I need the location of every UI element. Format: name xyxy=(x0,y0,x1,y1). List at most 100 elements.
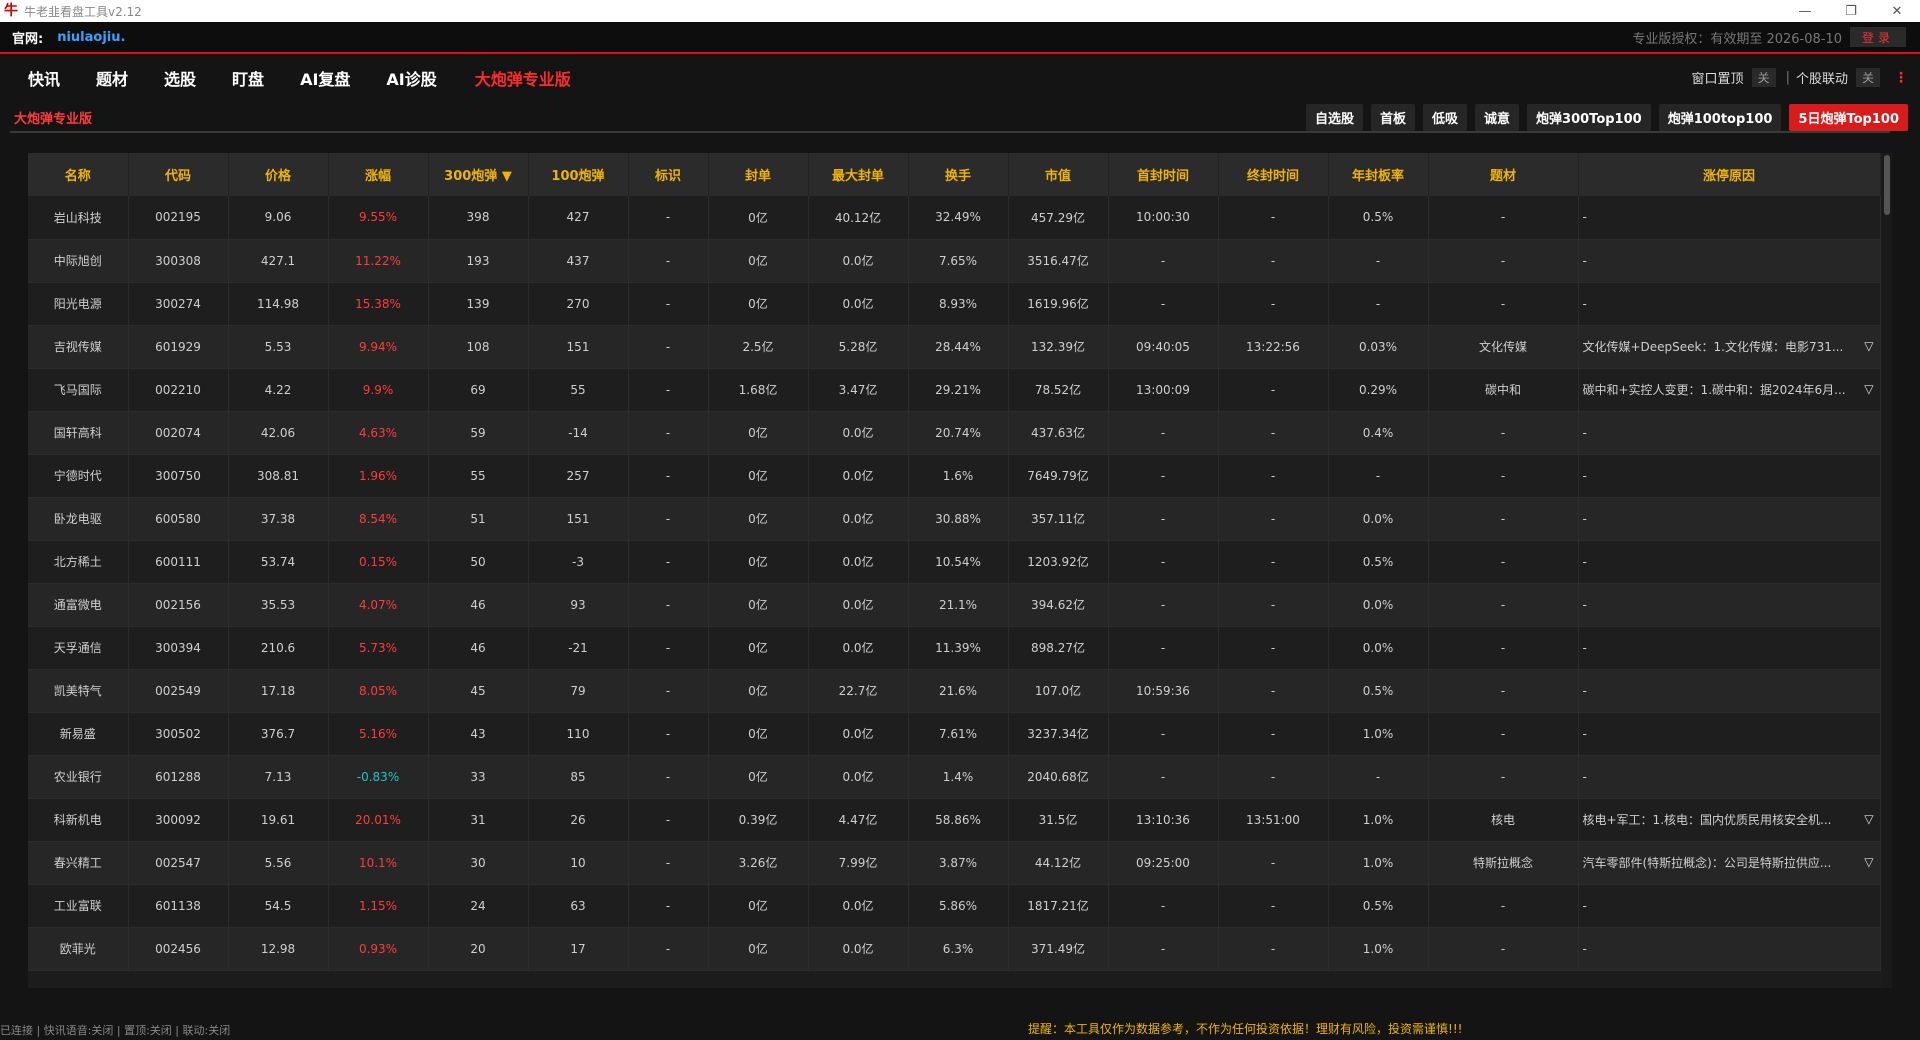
column-header[interactable]: 封单 xyxy=(708,153,809,196)
table-row[interactable]: 欧菲光 002456 12.98 0.93% 20 17-0亿 0.0亿 6.3% 371.49… xyxy=(28,927,1881,971)
tab-1[interactable]: 首板 xyxy=(1371,104,1416,131)
window-top-toggle[interactable]: 关 xyxy=(1751,68,1776,87)
nav-item-stock-picker[interactable]: 选股 xyxy=(164,66,196,90)
table-cell: 3.26亿 xyxy=(708,841,809,885)
table-cell: 85 xyxy=(528,755,629,799)
tab-0[interactable]: 自选股 xyxy=(1305,104,1363,131)
column-header[interactable]: 市值 xyxy=(1008,153,1109,196)
nav-item-pro[interactable]: 大炮弹专业版 xyxy=(475,66,571,90)
table-cell: 卧龙电驱 xyxy=(28,497,129,541)
table-row[interactable]: 新易盛 300502 376.7 5.16% 43 110-0亿 0.0亿 7.61% 3237… xyxy=(28,712,1881,756)
table-row[interactable]: 中际旭创 300308 427.1 11.22% 193 437-0亿 0.0亿 7.65% 3… xyxy=(28,239,1881,283)
column-header[interactable]: 涨停原因 xyxy=(1578,153,1881,196)
nav-item-news[interactable]: 快讯 xyxy=(28,66,60,90)
column-header[interactable]: 名称 xyxy=(28,153,129,196)
table-row[interactable]: 通富微电 002156 35.53 4.07% 46 93-0亿 0.0亿 21.1% 394.… xyxy=(28,583,1881,627)
table-cell: - xyxy=(1108,755,1219,799)
expand-icon[interactable]: ▽ xyxy=(1864,812,1873,826)
table-cell: - xyxy=(628,927,709,971)
column-header[interactable]: 最大封单 xyxy=(808,153,909,196)
nav-item-ai-review[interactable]: AI复盘 xyxy=(300,66,350,90)
table-cell: 21.1% xyxy=(908,583,1009,627)
column-header[interactable]: 涨幅 xyxy=(328,153,429,196)
limit-reason-cell: - xyxy=(1578,626,1881,670)
table-cell: - xyxy=(1328,239,1429,283)
table-row[interactable]: 春兴精工 002547 5.56 10.1% 30 10-3.26亿 7.99亿 3.87% 4… xyxy=(28,841,1881,885)
table-cell: - xyxy=(1328,282,1429,326)
tab-2[interactable]: 低吸 xyxy=(1423,104,1468,131)
table-cell: - xyxy=(628,196,709,240)
tab-bar: 自选股 首板 低吸 诚意 炮弹300Top100 炮弹100top100 5日炮弹Top10… xyxy=(1298,104,1908,131)
table-cell: 5.86% xyxy=(908,884,1009,928)
table-cell: 0亿 xyxy=(708,196,809,240)
column-header[interactable]: 首封时间 xyxy=(1108,153,1219,196)
table-row[interactable]: 岩山科技 002195 9.06 9.55% 398 427-0亿 40.12亿 32.49%… xyxy=(28,196,1881,240)
limit-reason-cell: 文化传媒+DeepSeek：1.文化传媒：电影731... ▽ xyxy=(1578,325,1881,369)
scrollbar-thumb[interactable] xyxy=(1884,155,1890,215)
site-link[interactable]: niulaojiu. xyxy=(57,30,125,45)
table-cell: 7649.79亿 xyxy=(1008,454,1109,498)
table-cell: 0亿 xyxy=(708,282,809,326)
tab-6[interactable]: 5日炮弹Top100 xyxy=(1789,104,1908,131)
table-cell: 601138 xyxy=(128,884,229,928)
column-header[interactable]: 标识 xyxy=(628,153,709,196)
table-cell: 002547 xyxy=(128,841,229,885)
column-header[interactable]: 题材 xyxy=(1428,153,1579,196)
maximize-button[interactable]: ❐ xyxy=(1828,0,1874,22)
table-row[interactable]: 凯美特气 002549 17.18 8.05% 45 79-0亿 22.7亿 21.6% 107… xyxy=(28,669,1881,713)
column-header[interactable]: 年封板率 xyxy=(1328,153,1429,196)
expand-icon[interactable]: ▽ xyxy=(1864,855,1873,869)
table-cell: 9.06 xyxy=(228,196,329,240)
table-row[interactable]: 卧龙电驱 600580 37.38 8.54% 51 151-0亿 0.0亿 30.88% 35… xyxy=(28,497,1881,541)
table-cell: 2.5亿 xyxy=(708,325,809,369)
more-menu-icon[interactable]: ⋮ xyxy=(1894,70,1908,86)
license-info: 专业版授权：有效期至 2026-08-10 xyxy=(1632,31,1842,47)
table-scrollbar[interactable] xyxy=(1882,153,1892,988)
column-header[interactable]: 价格 xyxy=(228,153,329,196)
column-header[interactable]: 300炮弹 ▼ xyxy=(428,153,529,196)
table-cell: 1619.96亿 xyxy=(1008,282,1109,326)
table-cell: - xyxy=(1428,626,1579,670)
nav-item-topics[interactable]: 题材 xyxy=(96,66,128,90)
table-row[interactable]: 科新机电 300092 19.61 20.01% 31 26-0.39亿 4.47亿 58.8… xyxy=(28,798,1881,842)
table-cell: -0.83% xyxy=(328,755,429,799)
stock-link-toggle[interactable]: 关 xyxy=(1855,68,1880,87)
column-header[interactable]: 终封时间 xyxy=(1218,153,1329,196)
close-button[interactable]: ✕ xyxy=(1874,0,1920,22)
risk-warning: 提醒：本工具仅作为数据参考，不作为任何投资依据！理财有风险，投资需谨慎!!! xyxy=(1028,1022,1463,1036)
tab-5[interactable]: 炮弹100top100 xyxy=(1658,104,1782,131)
nav-item-watch[interactable]: 盯盘 xyxy=(232,66,264,90)
nav-item-ai-diagnose[interactable]: AI诊股 xyxy=(386,66,436,90)
table-cell: 新易盛 xyxy=(28,712,129,756)
table-cell: 44.12亿 xyxy=(1008,841,1109,885)
table-cell: 0.29% xyxy=(1328,368,1429,412)
table-cell: 31.5亿 xyxy=(1008,798,1109,842)
expand-icon[interactable]: ▽ xyxy=(1864,382,1873,396)
table-row[interactable]: 阳光电源 300274 114.98 15.38% 139 270-0亿 0.0亿 8.93%… xyxy=(28,282,1881,326)
minimize-button[interactable]: — xyxy=(1782,0,1828,22)
table-cell: - xyxy=(1218,927,1329,971)
table-row[interactable]: 国轩高科 002074 42.06 4.63% 59 -14-0亿 0.0亿 20.74% 43… xyxy=(28,411,1881,455)
table-row[interactable]: 宁德时代 300750 308.81 1.96% 55 257-0亿 0.0亿 1.6% 764… xyxy=(28,454,1881,498)
table-row[interactable]: 工业富联 601138 54.5 1.15% 24 63-0亿 0.0亿 5.86% 1817.… xyxy=(28,884,1881,928)
table-cell: - xyxy=(1218,712,1329,756)
main-nav: 快讯 题材 选股 盯盘 AI复盘 AI诊股 大炮弹专业版 窗口置顶 关 | 个股… xyxy=(0,56,1920,100)
table-cell: 270 xyxy=(528,282,629,326)
table-row[interactable]: 吉视传媒 601929 5.53 9.94% 108 151-2.5亿 5.28亿 28.44… xyxy=(28,325,1881,369)
table-cell: 35.53 xyxy=(228,583,329,627)
tab-3[interactable]: 诚意 xyxy=(1475,104,1520,131)
table-row[interactable]: 北方稀土 600111 53.74 0.15% 50 -3-0亿 0.0亿 10.54% 120… xyxy=(28,540,1881,584)
column-header[interactable]: 换手 xyxy=(908,153,1009,196)
limit-reason-text: 核电+军工：1.核电：国内优质民用核安全机... xyxy=(1582,813,1832,827)
table-cell: 78.52亿 xyxy=(1008,368,1109,412)
table-row[interactable]: 飞马国际 002210 4.22 9.9% 69 55-1.68亿 3.47亿 29.21% 7… xyxy=(28,368,1881,412)
expand-icon[interactable]: ▽ xyxy=(1864,339,1873,353)
column-header[interactable]: 100炮弹 xyxy=(528,153,629,196)
tab-4[interactable]: 炮弹300Top100 xyxy=(1527,104,1651,131)
title-bar: 牛 牛老韭看盘工具v2.12 — ❐ ✕ xyxy=(0,0,1920,22)
table-row[interactable]: 天孚通信 300394 210.6 5.73% 46 -21-0亿 0.0亿 11.39% 89… xyxy=(28,626,1881,670)
login-button[interactable]: 登录 xyxy=(1850,27,1906,47)
table-cell: 0亿 xyxy=(708,454,809,498)
column-header[interactable]: 代码 xyxy=(128,153,229,196)
table-row[interactable]: 农业银行 601288 7.13 -0.83% 33 85-0亿 0.0亿 1.4% 2040.… xyxy=(28,755,1881,799)
